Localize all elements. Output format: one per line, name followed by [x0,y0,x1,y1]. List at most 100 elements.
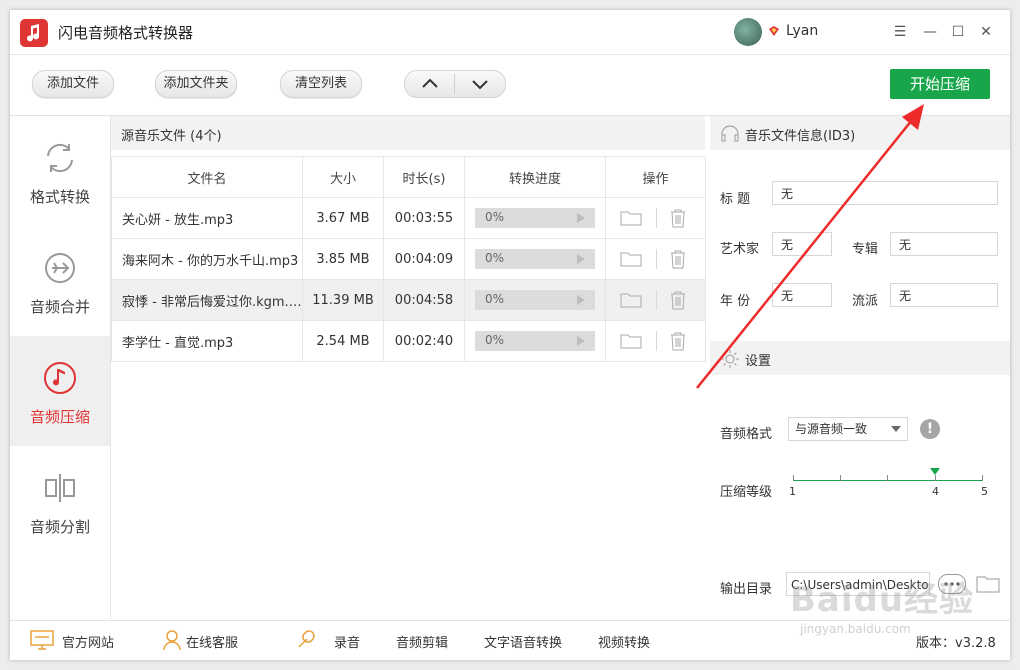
progress-bar: 0% [475,290,595,310]
split-icon [45,474,75,502]
file-name: 关心妍 - 放生.mp3 [111,197,303,239]
play-icon[interactable] [577,254,585,264]
table-row[interactable]: 寂悸 - 非常后悔爱过你.kgm.mp3 11.39 MB 00:04:58 0… [111,279,706,321]
info-icon[interactable]: ! [920,419,940,439]
year-field[interactable]: 无 [772,283,832,307]
sidebar-item-label: 音频合并 [29,298,90,316]
column-header-duration: 时长(s) [383,156,465,198]
format-select[interactable]: 与源音频一致 [788,417,908,441]
column-header-size: 大小 [302,156,384,198]
folder-icon[interactable] [620,292,642,308]
actions-cell [605,320,706,362]
progress-text: 0% [485,210,505,224]
file-duration: 00:03:55 [383,197,465,239]
record-link[interactable]: 录音 [334,632,360,651]
support-link[interactable]: 在线客服 [186,632,238,651]
table-row[interactable]: 海来阿木 - 你的万水千山.mp3 3.85 MB 00:04:09 0% [111,238,706,280]
sidebar-item-audio-merge[interactable]: 音频合并 [10,226,110,336]
play-icon[interactable] [577,336,585,346]
trash-icon[interactable] [669,331,687,351]
progress-bar: 0% [475,331,595,351]
progress-cell: 0% [464,238,606,280]
title-field[interactable]: 无 [772,181,998,205]
move-up-button[interactable] [405,71,455,97]
username[interactable]: Lyan [786,23,818,39]
website-link[interactable]: 官方网站 [62,632,114,651]
id3-section-title: 音乐文件信息(ID3) [745,129,856,144]
progress-bar: 0% [475,249,595,269]
gear-icon [721,350,739,368]
audio-edit-link[interactable]: 音频剪辑 [396,632,448,651]
genre-field[interactable]: 无 [890,283,998,307]
slider-tick [982,475,983,481]
sidebar-item-audio-compress[interactable]: 音频压缩 [10,336,110,446]
video-convert-link[interactable]: 视频转换 [598,632,650,651]
headphones-icon [721,125,739,142]
support-icon [163,630,181,651]
user-avatar[interactable] [734,18,762,46]
file-duration: 00:04:58 [383,279,465,321]
format-label: 音频格式 [720,427,773,442]
refresh-icon [47,143,73,173]
sidebar-item-label: 音频压缩 [29,408,90,426]
minimize-icon[interactable]: — [920,22,940,42]
table-row[interactable]: 李学仕 - 直觉.mp3 2.54 MB 00:02:40 0% [111,320,706,362]
trash-icon[interactable] [669,290,687,310]
id3-section-header: 音乐文件信息(ID3) [710,116,1010,150]
sidebar-item-label: 格式转换 [29,188,90,206]
menu-icon[interactable]: ☰ [890,22,910,42]
chevron-down-icon [891,426,901,432]
move-down-button[interactable] [455,71,505,97]
sidebar-item-label: 音频分割 [29,518,90,536]
folder-icon[interactable] [620,251,642,267]
title-bar: 闪电音频格式转换器 Lyan ☰ — ☐ ✕ [10,10,1010,55]
artist-field[interactable]: 无 [772,232,832,256]
table-header-row: 文件名 大小 时长(s) 转换进度 操作 [111,156,706,198]
album-field[interactable]: 无 [890,232,998,256]
year-label: 年 份 [720,294,751,309]
folder-icon[interactable] [620,333,642,349]
level-current-label: 4 [932,485,939,498]
baidu-watermark-url: jingyan.baidu.com [800,622,911,636]
add-file-button[interactable]: 添加文件 [32,70,114,98]
folder-icon[interactable] [976,575,1000,593]
add-folder-button[interactable]: 添加文件夹 [155,70,237,98]
table-row[interactable]: 关心妍 - 放生.mp3 3.67 MB 00:03:55 0% [111,197,706,239]
start-compress-button[interactable]: 开始压缩 [890,69,990,99]
sidebar-item-format-convert[interactable]: 格式转换 [10,116,110,226]
tts-link[interactable]: 文字语音转换 [484,632,562,651]
version-label: 版本：v3.2.8 [916,636,996,651]
clear-list-button[interactable]: 清空列表 [280,70,362,98]
sidebar-item-audio-split[interactable]: 音频分割 [10,446,110,556]
settings-section-title: 设置 [745,354,772,369]
file-name: 寂悸 - 非常后悔爱过你.kgm.mp3 [111,279,303,321]
file-name: 海来阿木 - 你的万水千山.mp3 [111,238,303,280]
trash-icon[interactable] [669,249,687,269]
file-size: 3.85 MB [302,238,384,280]
maximize-icon[interactable]: ☐ [948,22,968,42]
divider [656,249,657,269]
play-icon[interactable] [577,295,585,305]
progress-cell: 0% [464,197,606,239]
compress-level-knob[interactable] [930,468,940,475]
trash-icon[interactable] [669,208,687,228]
close-icon[interactable]: ✕ [976,22,996,42]
app-logo-icon [20,19,48,47]
divider [656,208,657,228]
file-list-header: 源音乐文件 (4个) [111,116,705,150]
actions-cell [605,279,706,321]
slider-tick [887,475,888,481]
chevron-up-icon [422,78,438,88]
slider-tick [793,475,794,481]
compress-level-track[interactable] [793,480,983,481]
play-icon[interactable] [577,213,585,223]
slider-tick [935,475,936,481]
file-table: 文件名 大小 时长(s) 转换进度 操作 关心妍 - 放生.mp3 3.67 M… [111,156,706,362]
settings-section-header: 设置 [710,341,1010,375]
folder-icon[interactable] [620,210,642,226]
album-label: 专辑 [852,242,879,257]
actions-cell [605,197,706,239]
artist-label: 艺术家 [720,242,760,257]
move-buttons [404,70,506,98]
app-window: 闪电音频格式转换器 Lyan ☰ — ☐ ✕ 添加文件 添加文件夹 清空列表 开… [10,10,1010,660]
